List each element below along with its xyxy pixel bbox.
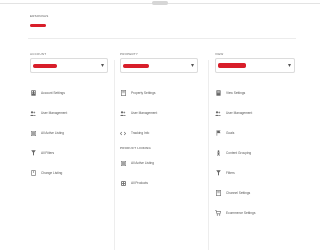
property-column: PROPERTY ▾ Property Settings User Manage… (120, 52, 206, 193)
users-icon (30, 110, 36, 117)
column-divider (208, 60, 209, 250)
menu-item-change-listing[interactable]: Change Listing (30, 163, 116, 183)
menu-item-goals[interactable]: Goals (215, 123, 301, 143)
menu-item-label: User Management (226, 111, 253, 115)
account-select[interactable]: ▾ (30, 58, 108, 73)
menu-item-label: Goals (226, 131, 235, 135)
menu-item-ecommerce-settings[interactable]: Ecommerce Settings (215, 203, 301, 223)
property-select[interactable]: ▾ (120, 58, 198, 73)
redacted-property-name (123, 64, 149, 68)
redacted-view-name (218, 63, 246, 68)
document-icon (120, 90, 126, 97)
property-menu: Property Settings User Management Tracki… (120, 83, 206, 143)
chevron-down-icon: ▾ (287, 63, 291, 69)
menu-item-label: Property Settings (131, 91, 156, 95)
person-icon (215, 150, 221, 157)
users-icon (120, 110, 126, 117)
listing-icon (120, 160, 126, 167)
menu-item-user-management[interactable]: User Management (30, 103, 116, 123)
cart-icon (215, 210, 221, 217)
redacted-account-name (33, 64, 57, 68)
menu-item-filters[interactable]: Filters (215, 163, 301, 183)
menu-item-label: Filters (226, 171, 235, 175)
code-icon (120, 130, 126, 137)
view-select[interactable]: ▾ (215, 58, 295, 73)
product-linking-menu: All Active Listing All Products (120, 153, 206, 193)
menu-item-label: All Active Listing (131, 161, 155, 165)
column-divider (114, 60, 115, 250)
page-title: ERSONNAS (30, 14, 49, 18)
menu-item-user-management[interactable]: User Management (215, 103, 301, 123)
tag-icon (30, 170, 36, 177)
menu-item-label: Ecommerce Settings (226, 211, 256, 215)
menu-item-account-settings[interactable]: Account Settings (30, 83, 116, 103)
filter-icon (215, 170, 221, 177)
menu-item-label: Content Grouping (226, 151, 252, 155)
document-icon (215, 90, 221, 97)
grid-icon (120, 180, 126, 187)
building-icon (30, 90, 36, 97)
menu-item-label: User Management (41, 111, 68, 115)
menu-item-tracking-info[interactable]: Tracking Info (120, 123, 206, 143)
view-column: VIEW ▾ View Settings User Management Goa… (215, 52, 301, 223)
menu-item-content-grouping[interactable]: Content Grouping (215, 143, 301, 163)
menu-item-label: All Active Listing (41, 131, 65, 135)
chevron-down-icon: ▾ (100, 63, 104, 69)
menu-item-channel-settings[interactable]: Channel Settings (215, 183, 301, 203)
chevron-down-icon: ▾ (190, 63, 194, 69)
redacted-header-value (30, 24, 46, 27)
menu-item-label: Account Settings (41, 91, 65, 95)
account-column: ACCOUNT ▾ Account Settings User Manageme… (30, 52, 116, 183)
menu-item-all-products[interactable]: All Products (120, 173, 206, 193)
users-icon (215, 110, 221, 117)
filter-icon (30, 150, 36, 157)
menu-item-label: Tracking Info (131, 131, 150, 135)
listing-icon (30, 130, 36, 137)
menu-item-active-listing[interactable]: All Active Listing (120, 153, 206, 173)
page-header: ERSONNAS (30, 14, 48, 27)
drag-handle[interactable] (152, 1, 168, 5)
menu-item-all-filters[interactable]: All Filters (30, 143, 116, 163)
product-linking-heading: PRODUCT LINKING (120, 146, 151, 150)
menu-item-label: All Filters (41, 151, 55, 155)
menu-item-label: Change Listing (41, 171, 63, 175)
menu-item-label: Channel Settings (226, 191, 251, 195)
view-menu: View Settings User Management Goals Cont… (215, 83, 301, 223)
menu-item-label: User Management (131, 111, 158, 115)
header-divider (28, 38, 296, 39)
document-icon (215, 190, 221, 197)
flag-icon (215, 130, 221, 137)
menu-item-view-settings[interactable]: View Settings (215, 83, 301, 103)
menu-item-label: All Products (131, 181, 149, 185)
menu-item-label: View Settings (226, 91, 246, 95)
menu-item-active-listing[interactable]: All Active Listing (30, 123, 116, 143)
menu-item-user-management[interactable]: User Management (120, 103, 206, 123)
menu-item-property-settings[interactable]: Property Settings (120, 83, 206, 103)
account-menu: Account Settings User Management All Act… (30, 83, 116, 183)
